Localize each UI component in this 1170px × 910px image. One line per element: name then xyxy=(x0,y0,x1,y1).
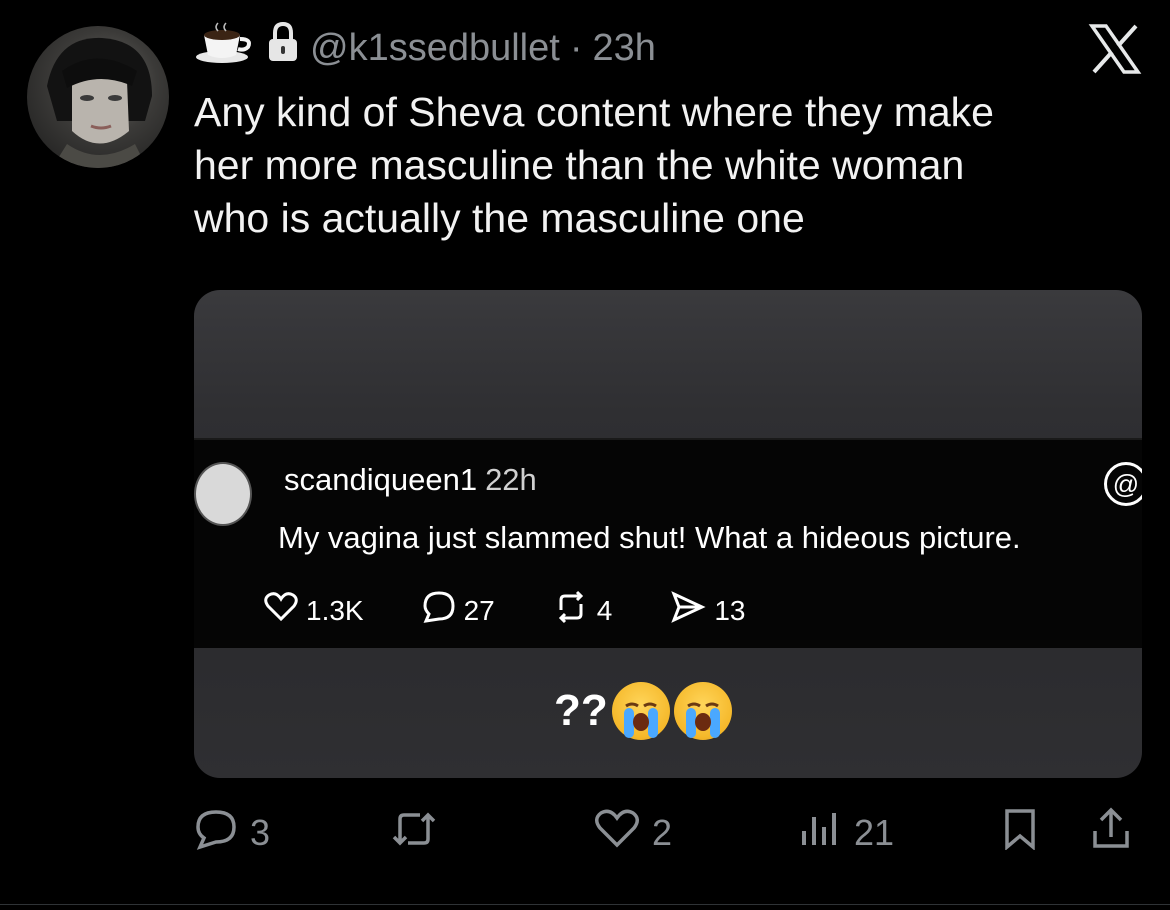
embedded-username-line: scandiqueen1 22h xyxy=(284,462,537,498)
x-logo-icon[interactable] xyxy=(1088,22,1142,76)
tweet-time[interactable]: 23h xyxy=(592,27,655,70)
comment-icon xyxy=(422,590,456,631)
coffee-cup-icon xyxy=(194,21,256,75)
embedded-reposts: 4 xyxy=(596,594,613,626)
reply-icon xyxy=(194,808,238,859)
profile-avatar[interactable] xyxy=(27,26,169,168)
tweet-text: Any kind of Sheva content where they mak… xyxy=(194,89,994,241)
like-button[interactable]: 2 xyxy=(594,808,672,858)
embedded-actions: 1.3K 27 4 13 xyxy=(264,590,746,631)
bookmark-button[interactable] xyxy=(1002,808,1038,858)
views-count: 21 xyxy=(854,812,895,853)
heart-icon xyxy=(264,592,298,629)
lock-icon xyxy=(266,21,300,75)
reply-count: 3 xyxy=(250,812,271,853)
threads-logo-icon: @ xyxy=(1104,462,1142,506)
retweet-icon xyxy=(390,809,438,858)
image-caption: ?? xyxy=(554,682,732,740)
tweet-media-image[interactable]: scandiqueen1 22h @ My vagina just slammed… xyxy=(194,290,1142,778)
repost-icon xyxy=(553,590,589,631)
bar-chart-icon xyxy=(798,809,842,858)
reply-button[interactable]: 3 xyxy=(194,808,270,858)
embedded-time: 22h xyxy=(485,462,537,497)
share-button[interactable] xyxy=(1090,807,1132,860)
embedded-avatar xyxy=(194,462,252,526)
bookmark-icon xyxy=(1002,808,1038,859)
caption-text: ?? xyxy=(554,686,608,735)
like-count: 2 xyxy=(652,812,673,853)
tweet-meta: @k1ssedbullet · 23h xyxy=(194,21,656,75)
tweet-actions: 3 2 21 xyxy=(194,807,1144,860)
retweet-button[interactable] xyxy=(390,808,438,858)
embedded-username: scandiqueen1 xyxy=(284,462,478,497)
avatar-image xyxy=(47,37,152,168)
embedded-post: scandiqueen1 22h @ My vagina just slammed… xyxy=(194,438,1142,648)
heart-icon xyxy=(594,809,640,858)
views-button[interactable]: 21 xyxy=(798,808,894,858)
meta-separator: · xyxy=(569,26,583,69)
embedded-shares: 13 xyxy=(714,594,746,626)
crying-face-emoji-icon xyxy=(611,682,670,740)
author-handle[interactable]: @k1ssedbullet xyxy=(310,27,560,70)
embedded-text: My vagina just slammed shut! What a hide… xyxy=(278,520,1021,555)
divider xyxy=(0,904,1170,905)
embedded-replies: 27 xyxy=(463,594,495,626)
embedded-likes: 1.3K xyxy=(306,594,364,626)
send-icon xyxy=(670,590,706,631)
share-icon xyxy=(1090,807,1132,860)
crying-face-emoji-icon xyxy=(673,682,732,740)
